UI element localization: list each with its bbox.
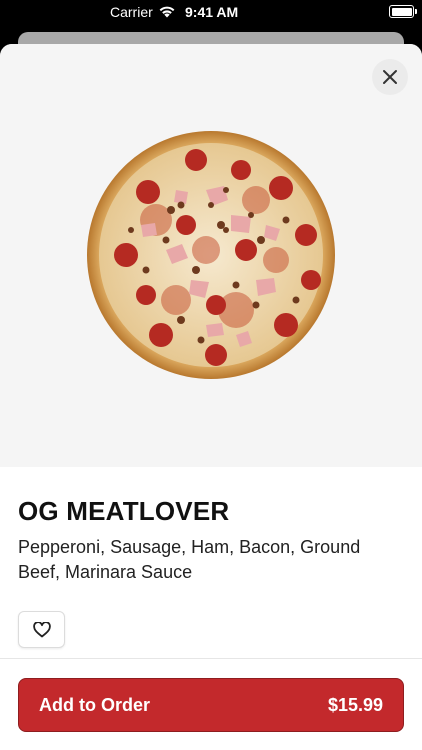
battery-icon xyxy=(389,5,417,18)
add-to-order-button[interactable]: Add to Order $15.99 xyxy=(18,678,404,732)
heart-icon xyxy=(32,621,51,637)
time-label: 9:41 AM xyxy=(185,4,239,20)
price-label: $15.99 xyxy=(327,694,383,715)
wifi-icon xyxy=(159,6,175,18)
product-image-area xyxy=(0,44,422,467)
carrier-label: Carrier xyxy=(110,4,153,20)
status-bar: Carrier 9:41 AM xyxy=(0,0,422,24)
product-description: Pepperoni, Sausage, Ham, Bacon, Ground B… xyxy=(18,537,361,582)
close-icon xyxy=(383,70,397,84)
divider xyxy=(0,658,422,659)
product-name: OG MEATLOVER xyxy=(18,496,230,526)
product-sheet: OG MEATLOVER Pepperoni, Sausage, Ham, Ba… xyxy=(0,44,422,750)
pizza-image xyxy=(87,131,335,379)
favorite-button[interactable] xyxy=(18,611,65,648)
close-button[interactable] xyxy=(372,59,408,95)
screen: Carrier 9:41 AM OG MEATLOVER Pepperoni, … xyxy=(0,0,422,750)
add-to-order-label: Add to Order xyxy=(39,694,150,715)
